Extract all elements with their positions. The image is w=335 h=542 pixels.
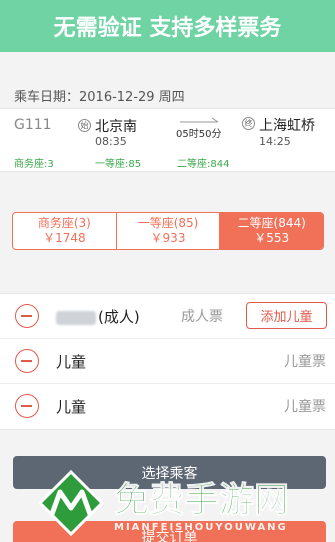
- arrival-time: 14:25: [259, 135, 291, 148]
- ticket-type: 儿童票: [284, 399, 326, 415]
- travel-date: 乘车日期：2016-12-29 周四: [14, 90, 185, 105]
- seat-tab-price: ￥1748: [43, 231, 86, 245]
- seat-tab-business[interactable]: 商务座(3) ￥1748: [13, 213, 117, 249]
- seat-availability-second: 二等座:844: [177, 159, 230, 170]
- add-child-button[interactable]: 添加儿童: [246, 302, 327, 329]
- seat-tab-first[interactable]: 一等座(85) ￥933: [117, 213, 221, 249]
- remove-circle-icon[interactable]: [15, 349, 39, 373]
- passenger-name: 儿童: [56, 398, 87, 416]
- seat-tab-label: 一等座(85): [137, 216, 199, 230]
- seat-class-selector: 商务座(3) ￥1748 一等座(85) ￥933 二等座(844) ￥553: [12, 212, 324, 250]
- train-number: G111: [14, 117, 52, 133]
- travel-duration: 05时50分: [176, 129, 222, 140]
- ticket-type: 儿童票: [284, 354, 326, 370]
- arrow-right-icon: [180, 117, 219, 123]
- departure-time: 08:35: [95, 135, 127, 148]
- destination-station: 上海虹桥: [259, 118, 315, 134]
- seat-tab-label: 二等座(844): [237, 216, 306, 230]
- terminal-station-icon: 终: [242, 117, 255, 130]
- redacted-name: [56, 310, 96, 325]
- passenger-row: 儿童 儿童票: [0, 384, 335, 429]
- remove-circle-icon[interactable]: [15, 394, 39, 418]
- select-passenger-button[interactable]: 选择乘客: [13, 456, 326, 489]
- passenger-row: (成人) 成人票 添加儿童: [0, 294, 335, 339]
- seat-tab-price: ￥553: [254, 231, 290, 245]
- ticket-type: 成人票: [181, 309, 223, 325]
- train-card[interactable]: G111 始 北京南 08:35 05时50分 终 上海虹桥 14:25 商务座…: [0, 108, 335, 172]
- seat-availability-business: 商务座:3: [14, 159, 54, 170]
- passenger-row: 儿童 儿童票: [0, 339, 335, 384]
- origin-station-icon: 始: [78, 119, 91, 132]
- seat-tab-label: 商务座(3): [37, 216, 91, 230]
- seat-tab-second[interactable]: 二等座(844) ￥553: [220, 213, 323, 249]
- submit-order-button[interactable]: 提交订单: [13, 521, 326, 542]
- origin-station: 北京南: [95, 119, 137, 135]
- passenger-name: (成人): [56, 306, 140, 327]
- seat-tab-price: ￥933: [150, 231, 186, 245]
- promo-banner: 无需验证 支持多样票务: [0, 0, 335, 52]
- seat-availability-first: 一等座:85: [95, 159, 142, 170]
- passenger-name: 儿童: [56, 353, 87, 371]
- passenger-list: (成人) 成人票 添加儿童 儿童 儿童票 儿童 儿童票: [0, 293, 335, 430]
- remove-circle-icon[interactable]: [15, 304, 39, 328]
